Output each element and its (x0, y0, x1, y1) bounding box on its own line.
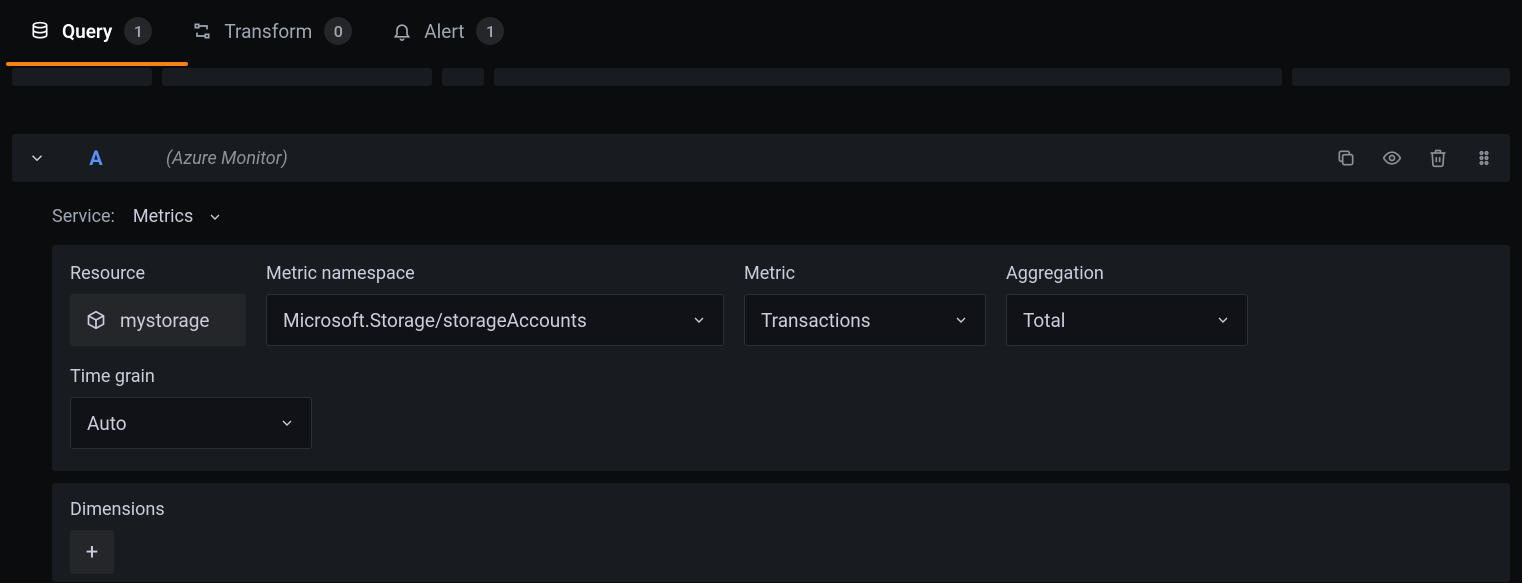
tab-query[interactable]: Query 1 (30, 17, 152, 63)
resource-label: Resource (70, 263, 246, 284)
service-row: Service: Metrics (0, 182, 1522, 227)
aggregation-label: Aggregation (1006, 263, 1248, 284)
query-row-header: A (Azure Monitor) (12, 134, 1510, 182)
duplicate-icon[interactable] (1336, 148, 1356, 168)
tab-alert[interactable]: Alert 1 (392, 17, 504, 63)
time-grain-label: Time grain (70, 366, 312, 387)
metrics-form-panel: Resource mystorage Metric namespace Micr… (52, 245, 1510, 471)
metric-select[interactable]: Transactions (744, 294, 986, 346)
bell-icon (392, 21, 412, 41)
resource-value: mystorage (120, 309, 209, 332)
service-value: Metrics (133, 206, 193, 227)
aggregation-select[interactable]: Total (1006, 294, 1248, 346)
tab-transform-badge: 0 (324, 17, 352, 45)
plus-icon: + (86, 540, 98, 565)
drag-handle-icon[interactable] (1474, 148, 1494, 168)
resource-picker[interactable]: mystorage (70, 294, 246, 346)
chevron-down-icon (953, 312, 969, 328)
trash-icon[interactable] (1428, 148, 1448, 168)
tab-alert-label: Alert (424, 20, 464, 43)
query-datasource-label: (Azure Monitor) (166, 148, 288, 169)
tab-query-badge: 1 (124, 17, 152, 45)
metric-namespace-label: Metric namespace (266, 263, 724, 284)
tab-alert-badge: 1 (476, 17, 504, 45)
time-grain-value: Auto (87, 412, 267, 435)
collapse-toggle[interactable] (28, 149, 46, 167)
service-select[interactable]: Metrics (133, 206, 223, 227)
collapsed-toolbar-remnant (12, 68, 1510, 86)
tab-transform-label: Transform (224, 20, 312, 43)
chevron-down-icon (691, 312, 707, 328)
chevron-down-icon (207, 209, 223, 225)
tab-transform[interactable]: Transform 0 (192, 17, 352, 63)
dimensions-panel: Dimensions + (52, 483, 1510, 582)
metric-namespace-select[interactable]: Microsoft.Storage/storageAccounts (266, 294, 724, 346)
transform-icon (192, 21, 212, 41)
query-row-actions (1336, 148, 1494, 168)
database-icon (30, 21, 50, 41)
metric-value: Transactions (761, 309, 941, 332)
editor-tabs: Query 1 Transform 0 Alert 1 (0, 0, 1522, 68)
eye-icon[interactable] (1382, 148, 1402, 168)
cube-icon (86, 310, 106, 330)
query-ref-id[interactable]: A (86, 146, 106, 170)
tab-query-label: Query (62, 20, 112, 43)
chevron-down-icon (1215, 312, 1231, 328)
chevron-down-icon (279, 415, 295, 431)
add-dimension-button[interactable]: + (70, 530, 114, 574)
service-label: Service: (52, 206, 115, 227)
dimensions-label: Dimensions (70, 499, 165, 520)
time-grain-select[interactable]: Auto (70, 397, 312, 449)
aggregation-value: Total (1023, 309, 1203, 332)
metric-label: Metric (744, 263, 986, 284)
metric-namespace-value: Microsoft.Storage/storageAccounts (283, 309, 679, 332)
